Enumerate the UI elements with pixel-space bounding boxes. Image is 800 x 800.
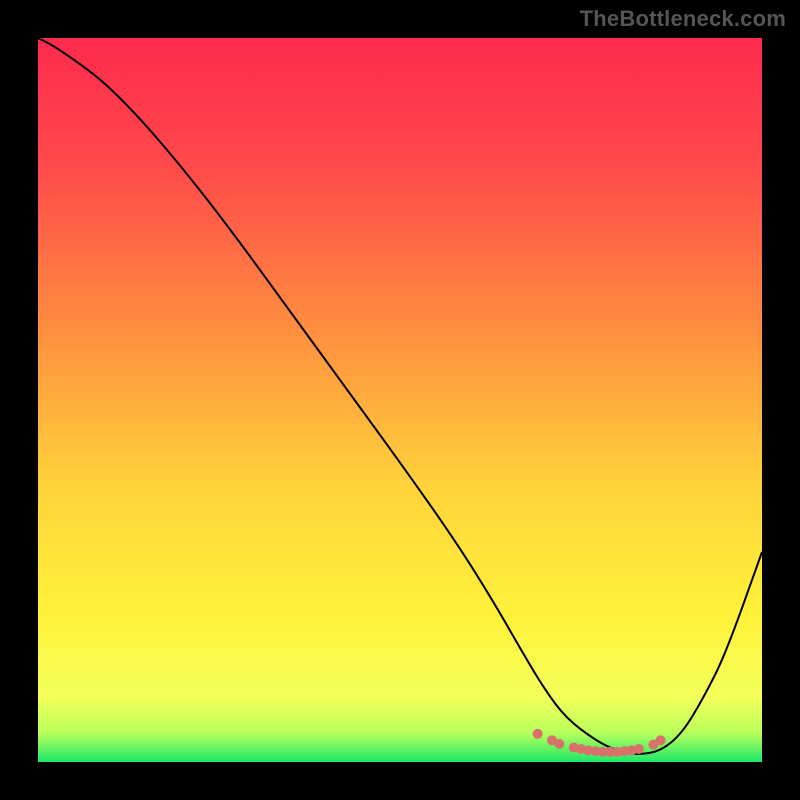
page-frame: TheBottleneck.com: [0, 0, 800, 800]
valley-dot: [554, 739, 564, 749]
chart-area: [38, 38, 762, 762]
gradient-rect: [38, 38, 762, 762]
valley-dot: [656, 735, 666, 745]
valley-dot: [634, 744, 644, 754]
valley-dot: [533, 729, 543, 739]
chart-svg: [38, 38, 762, 762]
watermark-text: TheBottleneck.com: [580, 6, 786, 32]
